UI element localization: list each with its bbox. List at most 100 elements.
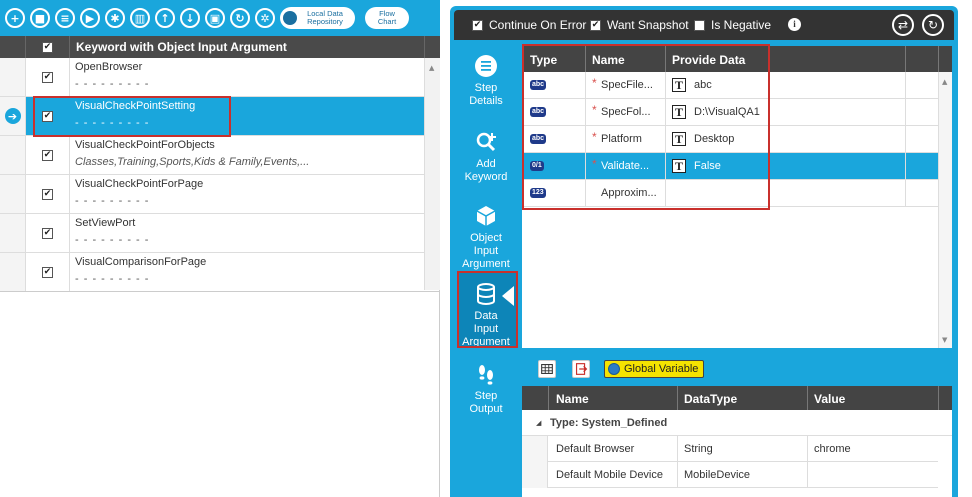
data-grid-scrollbar[interactable]: ▲ ▼ [938,72,952,348]
is-negative-option[interactable]: Is Negative [694,18,771,32]
gv-name: Default Browser [556,443,635,455]
nav-step-output[interactable]: Step Output [458,362,514,416]
export-icon[interactable] [572,360,590,378]
swap-icon[interactable]: ⇄ [892,14,914,36]
nav-label-line3: Argument [462,258,510,270]
keyword-args: - - - - - - - - - [75,273,150,285]
keyword-row-openbrowser[interactable]: ✔ OpenBrowser - - - - - - - - - [0,58,424,97]
keyword-grid-scrollbar[interactable]: ▲ [424,58,440,290]
refresh-icon[interactable]: ↻ [230,8,250,28]
row-indicator [0,136,26,174]
gv-row-default-mobile-device[interactable]: Default Mobile Device MobileDevice [522,462,938,488]
keyword-row-setviewport[interactable]: ✔ SetViewPort - - - - - - - - - [0,214,424,253]
move-down-icon[interactable]: ↓ [180,8,200,28]
keyword-panel: + ■ ≡ ▶ ✱ ▥ ↑ ↓ ▣ ↻ ✲ Local Data Reposit… [0,0,440,497]
gv-value-column-header: Value [814,392,846,406]
want-snapshot-label: Want Snapshot [607,18,689,32]
keyword-row-visualcheckpointforobjects[interactable]: ✔ VisualCheckPointForObjects Classes,Tra… [0,136,424,175]
row-indicator [0,214,26,252]
step-options-bar: ✔ Continue On Error ✔ Want Snapshot Is N… [454,10,954,40]
select-all-cell: ✔ [26,36,70,58]
global-variable-button[interactable]: Global Variable [604,360,705,378]
continue-on-error-checkbox[interactable]: ✔ [472,19,483,31]
footprints-icon [479,365,493,385]
refresh-step-icon[interactable]: ↻ [922,14,944,36]
flow-chart-label-2: Chart [377,17,397,26]
settings-icon[interactable]: ✲ [255,8,275,28]
highlight-box-data-grid [522,44,770,210]
grid-divider [0,291,440,292]
global-variable-grid-header: Name DataType Value [522,386,952,410]
nav-label-line1: Add [476,158,496,170]
nav-label-line2: Keyword [464,171,508,183]
info-icon[interactable]: i [788,18,801,31]
keyword-args: - - - - - - - - - [75,195,150,207]
move-up-icon[interactable]: ↑ [155,8,175,28]
keyword-args: - - - - - - - - - [75,78,150,90]
collapse-toggle-icon[interactable]: ◢ [536,419,541,427]
local-repo-label-2: Repository [307,17,343,26]
keyword-toolbar: + ■ ≡ ▶ ✱ ▥ ↑ ↓ ▣ ↻ ✲ Local Data Reposit… [0,0,440,36]
table-icon[interactable] [538,360,556,378]
continue-on-error-label: Continue On Error [489,18,587,32]
keyword-name: VisualComparisonForPage [75,256,207,268]
select-all-checkbox[interactable]: ✔ [42,41,53,53]
row-checkbox[interactable]: ✔ [42,71,53,83]
add-keyword-icon[interactable]: + [5,8,25,28]
highlight-box-selected-keyword [33,96,231,137]
keyword-row-visualcheckpointforpage[interactable]: ✔ VisualCheckPointForPage - - - - - - - … [0,175,424,214]
row-checkbox[interactable]: ✔ [42,227,53,239]
current-row-arrow-icon: ➔ [4,108,21,124]
gv-group-system-defined[interactable]: ◢ Type: System_Defined [522,410,952,436]
row-indicator [0,58,26,96]
keyword-name: OpenBrowser [75,61,143,73]
save-icon[interactable]: ▣ [205,8,225,28]
row-indicator: ➔ [0,97,26,135]
keyword-args: - - - - - - - - - [75,234,150,246]
header-scroll-cell [424,36,440,58]
record-icon[interactable]: ■ [30,8,50,28]
play-icon[interactable]: ▶ [80,8,100,28]
local-data-repository-button[interactable]: Local Data Repository [280,7,355,29]
gv-datatype-column-header: DataType [684,392,738,406]
highlight-box-data-input-nav [457,271,518,348]
nav-object-input-argument[interactable]: Object Input Argument [458,204,514,271]
database-icon [283,11,297,25]
trash-icon[interactable]: ▥ [130,8,150,28]
checklist-icon [475,55,497,77]
is-negative-checkbox[interactable] [694,19,705,31]
keyword-name: VisualCheckPointForPage [75,178,204,190]
keyword-args: Classes,Training,Sports,Kids & Family,Ev… [75,156,310,168]
global-variable-label: Global Variable [624,363,699,375]
nav-label-line1: Step [474,82,498,94]
nav-label-line1: Object [470,232,502,244]
row-checkbox[interactable]: ✔ [42,188,53,200]
continue-on-error-option[interactable]: ✔ Continue On Error [472,18,586,32]
keyword-column-header: Keyword with Object Input Argument [76,40,287,54]
global-variable-toolbar: Global Variable [522,354,952,384]
row-checkbox[interactable]: ✔ [42,149,53,161]
nav-step-details[interactable]: Step Details [458,54,514,108]
nav-add-keyword[interactable]: Add Keyword [458,130,514,184]
cube-icon [476,206,496,226]
nav-label-line1: Step [474,390,498,402]
gv-name-column-header: Name [556,392,589,406]
keyword-name: SetViewPort [75,217,136,229]
gv-row-default-browser[interactable]: Default Browser String chrome [522,436,938,462]
flow-chart-button[interactable]: Flow Chart [365,7,409,29]
want-snapshot-option[interactable]: ✔ Want Snapshot [590,18,689,32]
scroll-up-icon[interactable]: ▲ [942,78,947,86]
row-checkbox[interactable]: ✔ [42,266,53,278]
row-indicator [0,253,26,291]
scroll-down-icon[interactable]: ▼ [942,336,947,344]
zoom-plus-icon [476,132,496,152]
scroll-up-icon[interactable]: ▲ [429,64,434,72]
list-icon[interactable]: ≡ [55,8,75,28]
globe-icon [608,363,620,375]
bug-icon[interactable]: ✱ [105,8,125,28]
global-variable-grid: Name DataType Value ◢ Type: System_Defin… [522,386,952,497]
want-snapshot-checkbox[interactable]: ✔ [590,19,601,31]
nav-label-line2: Input [473,245,499,257]
is-negative-label: Is Negative [711,18,772,32]
keyword-row-visualcomparisonforpage[interactable]: ✔ VisualComparisonForPage - - - - - - - … [0,253,424,292]
